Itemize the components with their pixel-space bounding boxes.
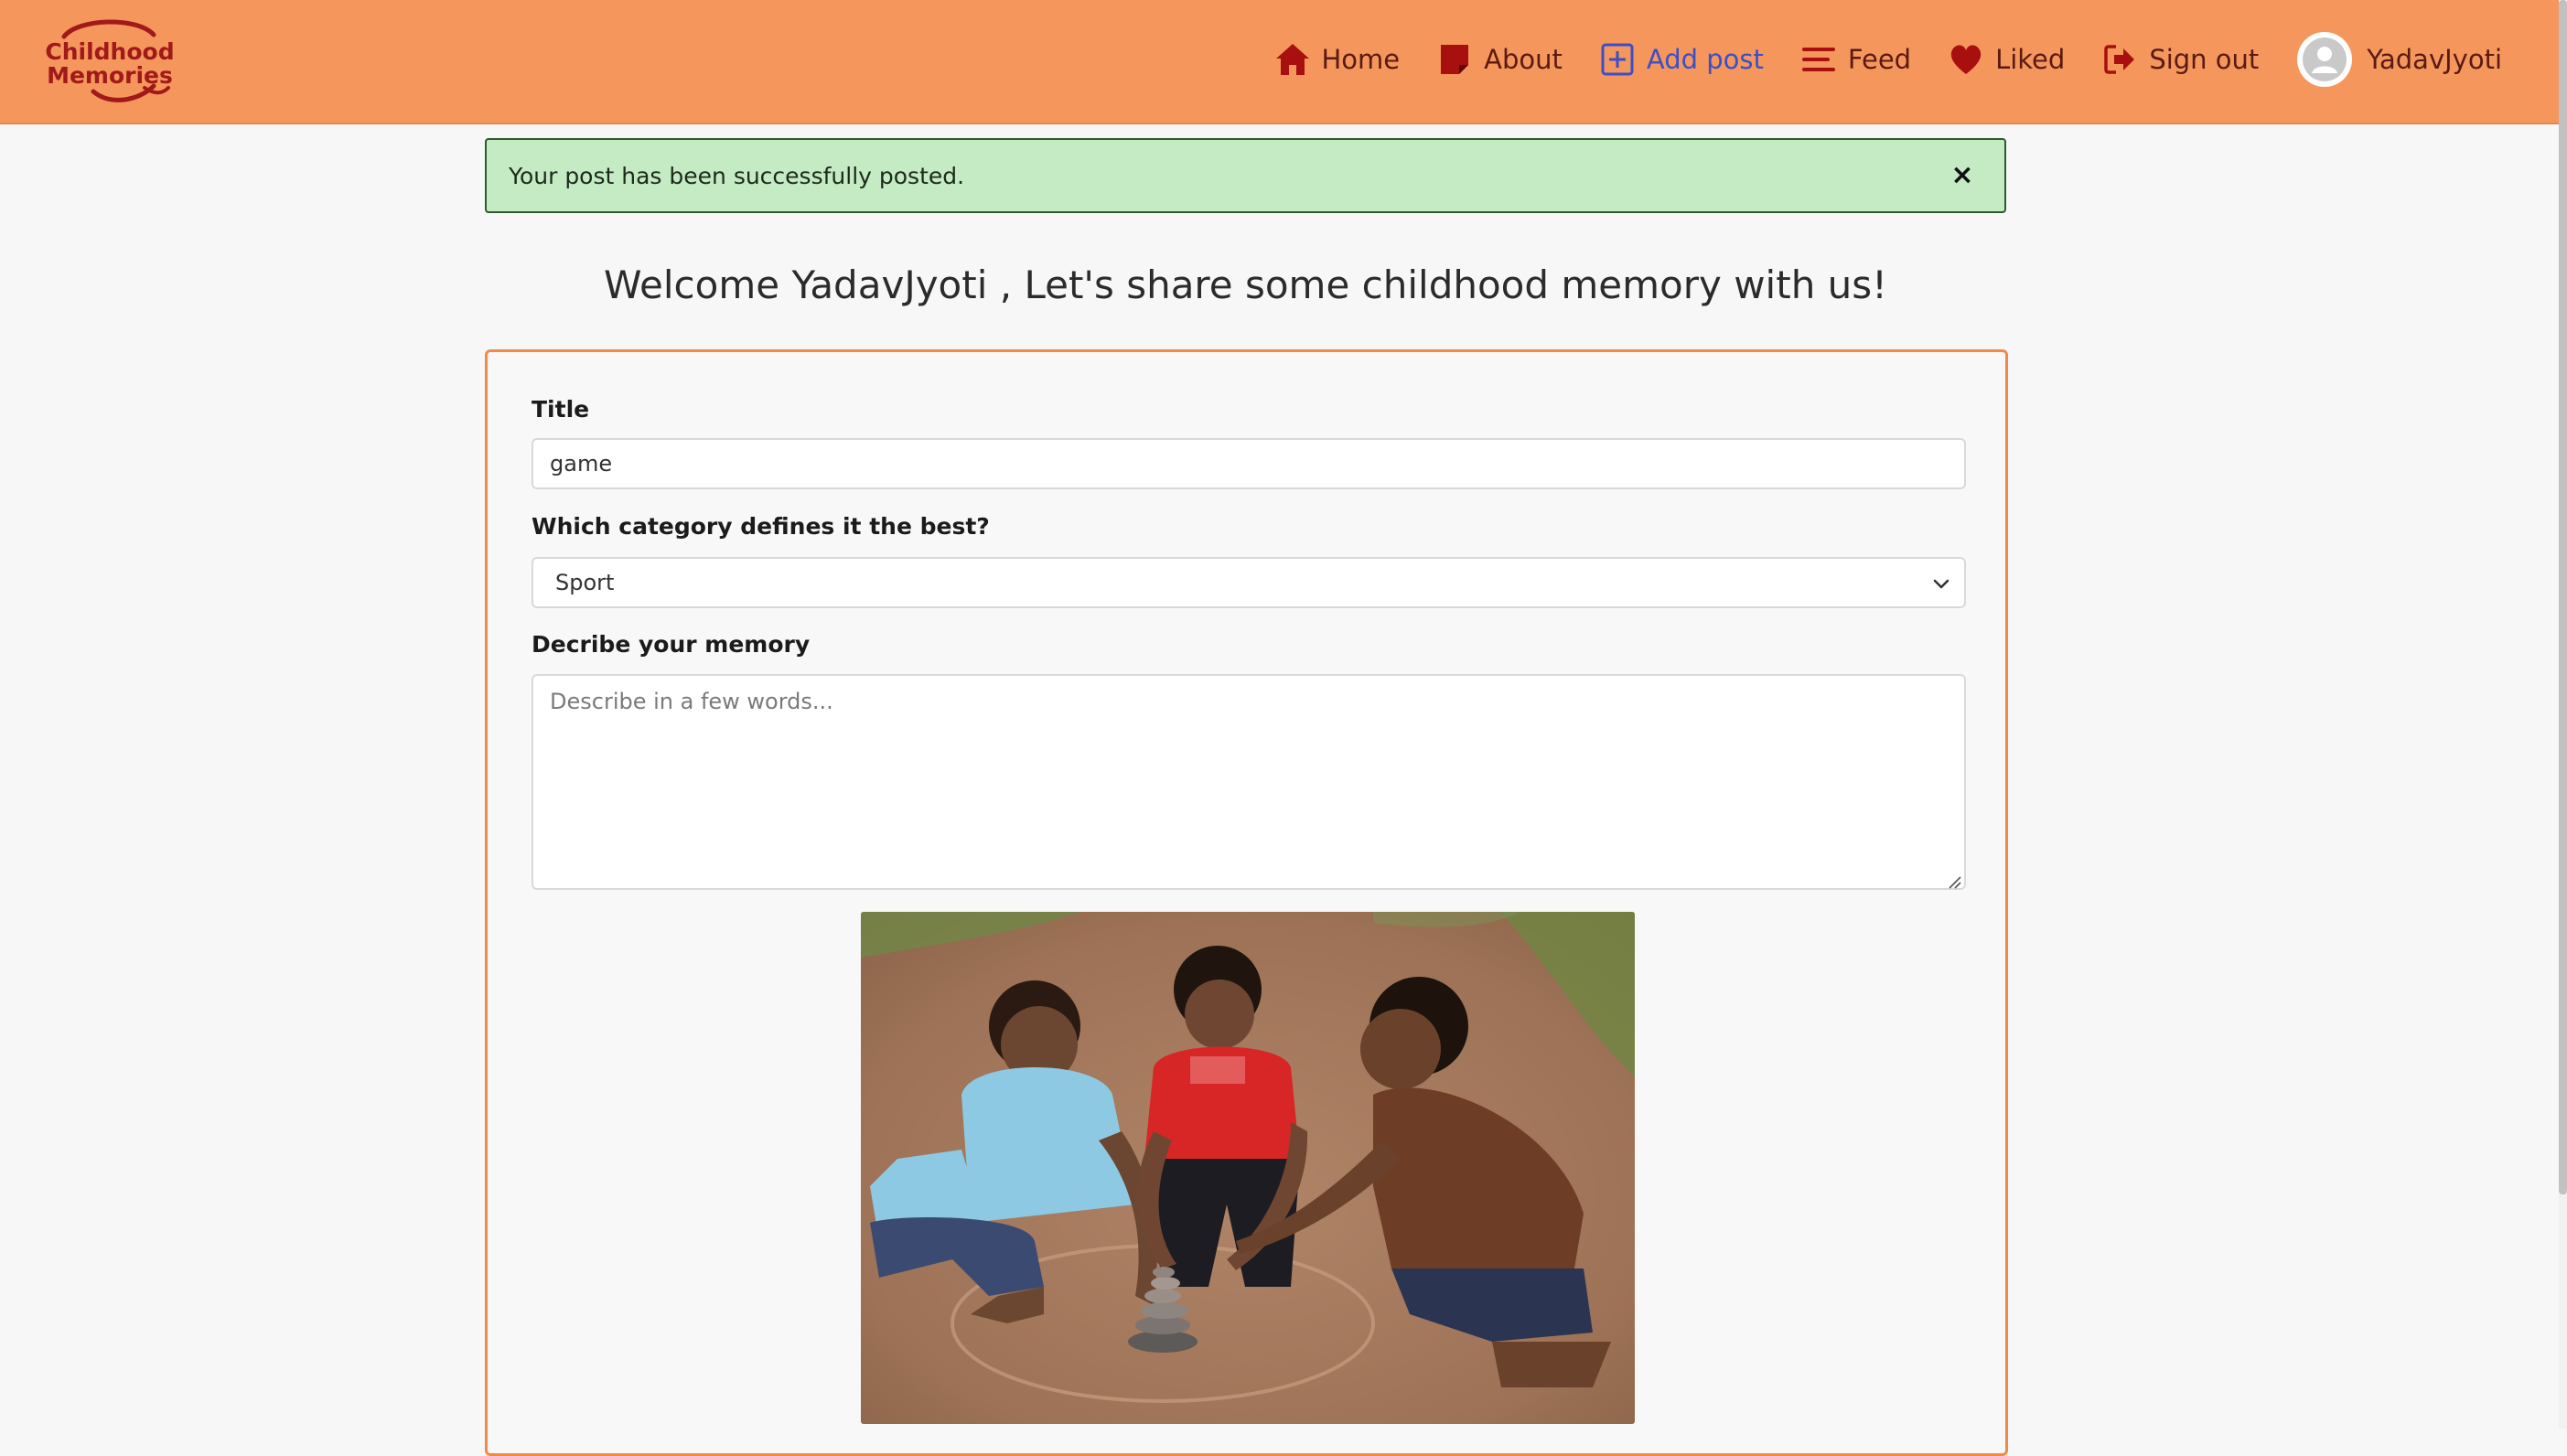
nav-item-add-post[interactable]: Add post (1599, 32, 1764, 87)
childhood-memories-logo[interactable]: Childhood Memories (37, 16, 183, 106)
user-name: YadavJyoti (2367, 44, 2502, 75)
top-navbar: Childhood Memories Home About Add post F… (0, 0, 2559, 124)
nav-item-feed[interactable]: Feed (1800, 32, 1911, 87)
memory-photo (861, 912, 1635, 1424)
nav-item-about[interactable]: About (1436, 32, 1563, 87)
children-playing-photo (861, 912, 1635, 1424)
heart-icon (1950, 45, 1982, 74)
description-label: Decribe your memory (532, 631, 811, 658)
menu-lines-icon (1801, 48, 1835, 71)
user-profile-menu[interactable]: YadavJyoti (2297, 32, 2502, 87)
avatar (2297, 32, 2353, 87)
title-input[interactable] (532, 438, 1966, 489)
page-title: Welcome YadavJyoti , Let's share some ch… (603, 262, 1888, 307)
alert-message: Your post has been successfully posted. (509, 162, 965, 189)
nav-item-feed-label: Feed (1847, 44, 1912, 75)
note-icon (1441, 45, 1469, 74)
page-scrollbar[interactable] (2559, 0, 2567, 1429)
nav-item-sign-out[interactable]: Sign out (2101, 32, 2259, 87)
nav-item-about-label: About (1484, 44, 1563, 75)
nav-item-add-post-label: Add post (1646, 44, 1764, 75)
plus-square-icon (1601, 43, 1634, 76)
nav-item-liked[interactable]: Liked (1948, 32, 2065, 87)
nav-item-home-label: Home (1321, 44, 1401, 75)
category-label: Which category defines it the best? (532, 513, 990, 540)
resize-handle-icon[interactable] (1946, 873, 1962, 890)
title-label: Title (532, 396, 590, 423)
close-alert-button[interactable]: × (1944, 156, 1981, 193)
logo-text-line2: Memories (47, 62, 173, 89)
nav-links: Home About Add post Feed Liked Sign out … (1238, 0, 2560, 119)
home-icon (1275, 44, 1309, 75)
sign-out-icon (2104, 45, 2135, 74)
logo-text-line1: Childhood (45, 38, 175, 65)
category-select[interactable]: Sport (532, 557, 1966, 608)
success-alert: Your post has been successfully posted. … (485, 138, 2006, 213)
close-icon: × (1950, 158, 1974, 191)
description-textarea[interactable] (532, 674, 1966, 890)
add-post-form: Title Which category defines it the best… (485, 349, 2008, 1456)
chevron-down-icon (1933, 579, 1949, 589)
user-avatar-icon (2303, 37, 2347, 81)
nav-item-home[interactable]: Home (1274, 32, 1401, 87)
scrollbar-thumb[interactable] (2559, 0, 2567, 1194)
category-selected-value: Sport (555, 570, 615, 595)
nav-item-liked-label: Liked (1995, 44, 2066, 75)
nav-item-sign-out-label: Sign out (2149, 44, 2260, 75)
